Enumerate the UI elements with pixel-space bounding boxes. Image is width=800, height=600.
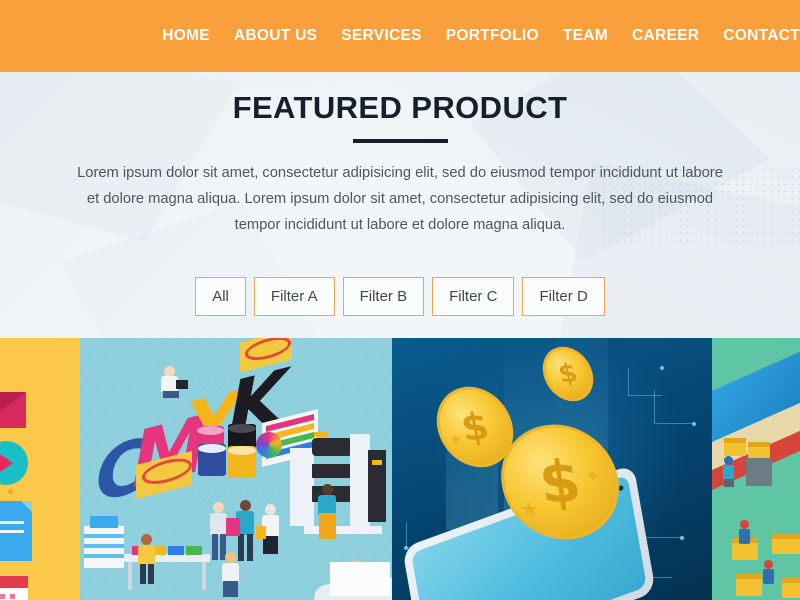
worker-kneeling — [220, 552, 242, 598]
gallery-card-warehouse-logistics[interactable] — [712, 338, 800, 600]
gallery-card-mobile-payment[interactable]: ★ ★ ✦ — [392, 338, 712, 600]
worker-on-letters — [158, 366, 188, 406]
filter-button-b[interactable]: Filter B — [342, 277, 425, 316]
envelope-icon — [0, 392, 26, 428]
circuit-node-3 — [680, 536, 684, 540]
nav-item-career[interactable]: CAREER — [608, 0, 699, 72]
section-heading-wrap: FEATURED PRODUCT — [0, 90, 800, 143]
worker-at-press — [316, 484, 340, 540]
top-navigation-bar: HOME ABOUT US SERVICES PORTFOLIO TEAM CA… — [0, 0, 800, 72]
filter-button-c[interactable]: Filter C — [432, 277, 515, 316]
paper-boxes — [330, 562, 390, 596]
nav-item-portfolio[interactable]: PORTFOLIO — [422, 0, 539, 72]
section-description: Lorem ipsum dolor sit amet, consectetur … — [77, 165, 723, 233]
nav-item-services[interactable]: SERVICES — [317, 0, 422, 72]
page-root: HOME ABOUT US SERVICES PORTFOLIO TEAM CA… — [0, 0, 800, 600]
gallery-card-flat-icons[interactable] — [0, 338, 80, 600]
page-title: FEATURED PRODUCT — [232, 90, 568, 125]
nav-item-team[interactable]: TEAM — [539, 0, 608, 72]
filter-button-group: All Filter A Filter B Filter C Filter D — [0, 277, 800, 316]
calendar-icon — [0, 576, 28, 600]
paper-stack — [84, 516, 124, 568]
warehouse-worker-3 — [762, 560, 776, 586]
gallery-card-cmyk-printing[interactable]: C M Y K — [80, 338, 392, 600]
cargo-box-4 — [772, 534, 800, 554]
nav-item-contact[interactable]: CONTACT — [699, 0, 800, 72]
cargo-box-6 — [782, 578, 800, 598]
circuit-trace-2 — [654, 390, 694, 424]
ink-can-cyan — [198, 444, 226, 476]
nav-menu: HOME ABOUT US SERVICES PORTFOLIO TEAM CA… — [162, 0, 800, 72]
nav-item-home[interactable]: HOME — [162, 0, 210, 72]
coin-large: ★ ✦ — [493, 422, 627, 542]
circuit-node-2 — [692, 422, 696, 426]
circuit-node-1 — [660, 366, 664, 370]
worker-standing-right — [256, 504, 282, 562]
filter-button-a[interactable]: Filter A — [253, 277, 335, 316]
forklift — [746, 458, 772, 486]
cargo-box-5 — [736, 574, 762, 596]
warehouse-worker-2 — [738, 520, 752, 544]
warehouse-worker-1 — [722, 456, 736, 487]
decorative-dot — [8, 489, 13, 494]
cargo-box-1 — [724, 438, 746, 456]
nav-item-about-us[interactable]: ABOUT US — [210, 0, 317, 72]
filter-button-d[interactable]: Filter D — [522, 277, 605, 316]
featured-product-gallery: C M Y K $ ★ $ ★ ✦ $ — [0, 338, 800, 600]
worker-at-table — [136, 534, 158, 584]
filter-button-all[interactable]: All — [195, 277, 246, 316]
color-wheel-icon — [256, 432, 282, 458]
title-underline — [352, 139, 448, 143]
document-icon — [0, 501, 32, 561]
ink-can-yellow — [228, 446, 256, 478]
play-button-icon — [0, 441, 28, 485]
